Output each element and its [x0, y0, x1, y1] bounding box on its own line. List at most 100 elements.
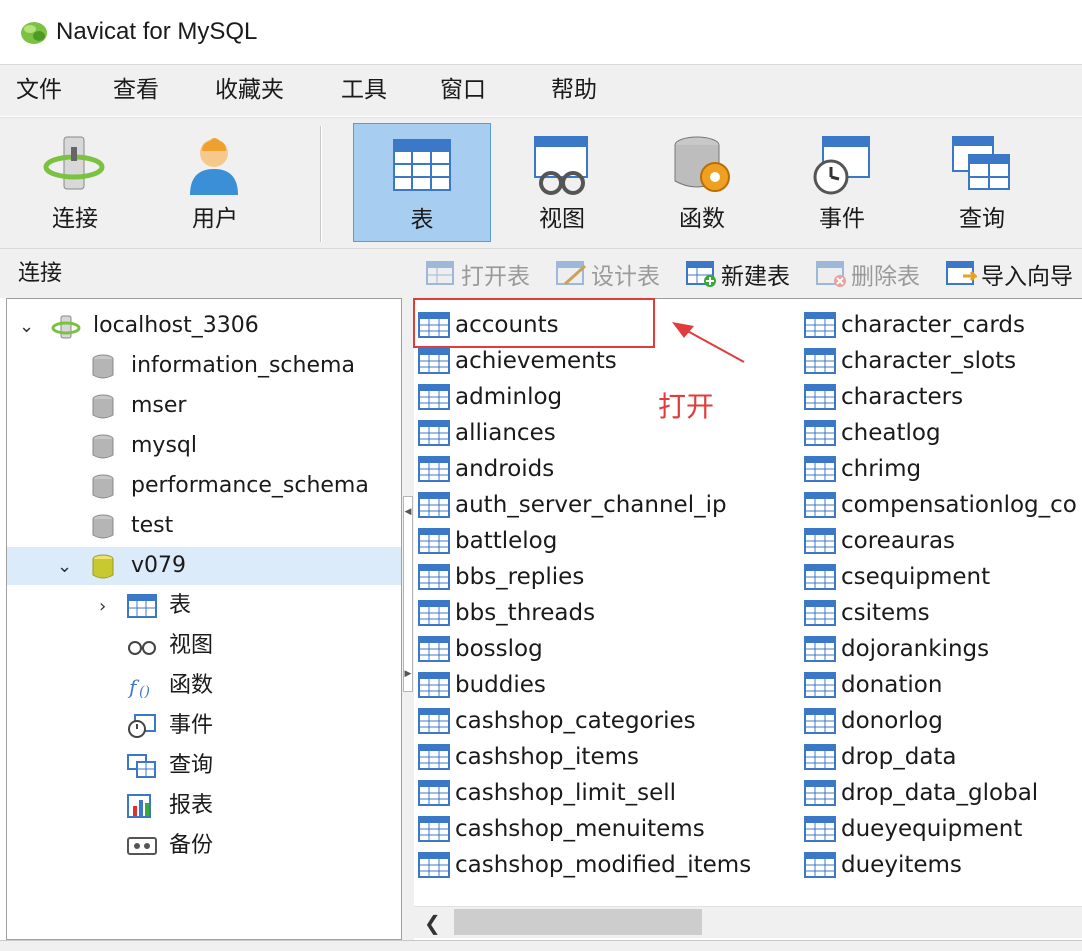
tree-node-functions[interactable]: f () 函数 [7, 667, 401, 705]
table-item[interactable]: battlelog [418, 523, 557, 559]
table-item[interactable]: cashshop_items [418, 739, 639, 775]
table-item[interactable]: dojorankings [804, 631, 989, 667]
table-item[interactable]: bbs_replies [418, 559, 584, 595]
tree-node-backups[interactable]: 备份 [7, 827, 401, 865]
tree-node-events[interactable]: 事件 [7, 707, 401, 745]
table-item[interactable]: dueyequipment [804, 811, 1022, 847]
user-button[interactable]: 用户 [146, 123, 284, 242]
tree-label: information_schema [131, 353, 355, 378]
user-icon [190, 138, 238, 195]
table-icon [418, 384, 450, 410]
tree-node-tables[interactable]: › 表 [7, 587, 401, 625]
table-item[interactable]: drop_data_global [804, 775, 1038, 811]
delete-table-button[interactable]: 删除表 [815, 259, 920, 290]
design-table-label: 设计表 [591, 264, 660, 290]
connect-button[interactable]: 连接 [6, 123, 144, 242]
menu-view[interactable]: 查看 [113, 75, 159, 105]
table-item[interactable]: cashshop_categories [418, 703, 696, 739]
menu-tools[interactable]: 工具 [341, 75, 387, 105]
table-item[interactable]: dueyitems [804, 847, 962, 883]
table-name: bbs_threads [455, 600, 596, 626]
table-item[interactable]: achievements [418, 343, 617, 379]
table-item[interactable]: alliances [418, 415, 556, 451]
scrollbar-thumb[interactable] [454, 909, 702, 935]
menu-file[interactable]: 文件 [16, 75, 62, 105]
table-item[interactable]: auth_server_channel_ip [418, 487, 727, 523]
table-item[interactable]: character_cards [804, 307, 1025, 343]
table-icon [418, 816, 450, 842]
splitter-grip[interactable]: ◀ ▶ [403, 496, 413, 692]
scroll-left-icon[interactable]: ❮ [424, 911, 441, 935]
table-item[interactable]: cashshop_limit_sell [418, 775, 676, 811]
query-button[interactable]: 查询 [913, 123, 1051, 242]
database-icon [92, 474, 114, 499]
table-item[interactable]: adminlog [418, 379, 562, 415]
table-item[interactable]: cheatlog [804, 415, 941, 451]
table-item[interactable]: buddies [418, 667, 546, 703]
view-button[interactable]: 视图 [493, 123, 631, 242]
table-icon [804, 492, 836, 518]
tree-connection-localhost[interactable]: ⌄ localhost_3306 [7, 307, 401, 345]
tree-db-v079[interactable]: ⌄ v079 [7, 547, 401, 585]
expand-right-icon[interactable]: ▶ [404, 669, 412, 679]
new-table-label: 新建表 [721, 264, 790, 290]
table-button[interactable]: 表 [353, 123, 491, 242]
open-table-button[interactable]: 打开表 [425, 259, 530, 290]
tree-db-mser[interactable]: mser [7, 387, 401, 425]
table-item[interactable]: androids [418, 451, 554, 487]
table-name: auth_server_channel_ip [455, 492, 727, 518]
collapse-left-icon[interactable]: ◀ [404, 507, 412, 517]
design-table-button[interactable]: 设计表 [555, 259, 660, 290]
tree-node-views[interactable]: 视图 [7, 627, 401, 665]
table-name: characters [841, 384, 964, 410]
tree-node-reports[interactable]: 报表 [7, 787, 401, 825]
tree-node-queries[interactable]: 查询 [7, 747, 401, 785]
menu-window[interactable]: 窗口 [440, 75, 486, 105]
svg-text:(): () [139, 684, 150, 698]
table-icon [804, 780, 836, 806]
panel-splitter[interactable]: ◀ ▶ [402, 298, 414, 940]
table-item[interactable]: donation [804, 667, 942, 703]
expand-arrow-icon[interactable]: › [99, 596, 106, 617]
tree-db-mysql[interactable]: mysql [7, 427, 401, 465]
table-item[interactable]: coreauras [804, 523, 955, 559]
tree-db-test[interactable]: test [7, 507, 401, 545]
table-item[interactable]: cashshop_menuitems [418, 811, 705, 847]
table-item[interactable]: bbs_threads [418, 595, 595, 631]
tree-label: performance_schema [131, 473, 369, 498]
table-item[interactable]: compensationlog_co [804, 487, 1077, 523]
table-item[interactable]: drop_data [804, 739, 957, 775]
table-icon [127, 594, 157, 618]
table-item[interactable]: bosslog [418, 631, 543, 667]
import-wizard-button[interactable]: 导入向导 [945, 259, 1073, 290]
table-item[interactable]: csitems [804, 595, 930, 631]
tree-db-performance-schema[interactable]: performance_schema [7, 467, 401, 505]
table-name: cheatlog [841, 420, 941, 446]
menu-help[interactable]: 帮助 [551, 75, 597, 105]
table-item[interactable]: character_slots [804, 343, 1016, 379]
table-icon [418, 456, 450, 482]
table-icon [804, 744, 836, 770]
menu-favorites[interactable]: 收藏夹 [215, 75, 284, 105]
collapse-arrow-icon[interactable]: ⌄ [57, 556, 72, 577]
table-name: dojorankings [841, 636, 990, 662]
table-item[interactable]: cashshop_modified_items [418, 847, 751, 883]
collapse-arrow-icon[interactable]: ⌄ [19, 316, 34, 337]
menu-bar: 文件 查看 收藏夹 工具 窗口 帮助 [0, 64, 1082, 116]
table-icon [418, 492, 450, 518]
tree-db-information-schema[interactable]: information_schema [7, 347, 401, 385]
function-button[interactable]: 函数 [633, 123, 771, 242]
design-table-icon [556, 261, 587, 286]
navicat-logo-icon [21, 22, 47, 44]
horizontal-scrollbar[interactable]: ❮ [414, 906, 1082, 938]
object-toolbar: 连接 打开表 设计表 新建表 删除表 导入向导 [0, 248, 1082, 298]
table-name: cashshop_categories [455, 708, 696, 734]
new-table-button[interactable]: 新建表 [685, 259, 790, 290]
table-item[interactable]: donorlog [804, 703, 943, 739]
table-item[interactable]: csequipment [804, 559, 990, 595]
query-icon [127, 754, 156, 778]
table-icon [804, 564, 836, 590]
event-button[interactable]: 事件 [773, 123, 911, 242]
table-item[interactable]: characters [804, 379, 963, 415]
table-item[interactable]: chrimg [804, 451, 921, 487]
